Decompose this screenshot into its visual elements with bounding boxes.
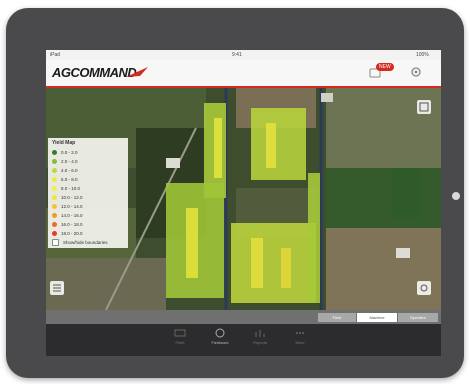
- legend-label: 14.0 - 16.0: [61, 212, 83, 218]
- layers-button[interactable]: [417, 100, 431, 114]
- battery: 100%: [416, 52, 429, 58]
- tab-more[interactable]: More: [282, 328, 318, 352]
- boundary-toggle[interactable]: Show/hide boundaries: [52, 238, 108, 246]
- legend-swatch: [52, 230, 57, 236]
- settings-icon[interactable]: [410, 66, 422, 78]
- legend-label: 4.0 - 6.0: [61, 167, 78, 173]
- tab-label: More: [295, 340, 305, 345]
- tab-bar: Fleet Fieldwork Reports More: [46, 324, 441, 356]
- tab-label: Reports: [252, 340, 267, 345]
- app-logo: AGCOMMAND: [52, 65, 137, 80]
- legend-row: 16.0 - 18.0: [52, 220, 83, 228]
- app-header: AGCOMMAND NEW: [46, 60, 441, 88]
- legend-label: 2.0 - 4.0: [61, 158, 78, 164]
- legend-row: 0.0 - 2.0: [52, 148, 78, 156]
- reports-icon: [255, 330, 265, 337]
- notification-badge: NEW: [376, 63, 394, 71]
- list-icon: [53, 284, 61, 292]
- legend-row: 8.0 - 10.0: [52, 184, 80, 192]
- legend-row: 2.0 - 4.0: [52, 157, 78, 165]
- legend-row: 18.0 - 20.0: [52, 229, 83, 237]
- layers-icon: [419, 102, 429, 112]
- legend-label: 18.0 - 20.0: [61, 230, 83, 236]
- clock: 9:41: [232, 52, 242, 58]
- legend-swatch: [52, 149, 57, 155]
- more-icon: [296, 332, 304, 334]
- legend-label: 8.0 - 10.0: [61, 185, 81, 191]
- legend-row: 12.0 - 14.0: [52, 202, 83, 210]
- tab-label: Fleet: [175, 340, 185, 345]
- carrier: iPad: [50, 52, 61, 58]
- legend-row: 14.0 - 16.0: [52, 211, 83, 219]
- segment-machine[interactable]: Machine: [357, 313, 397, 322]
- list-button[interactable]: [50, 281, 64, 295]
- legend-swatch: [52, 167, 57, 173]
- legend-swatch: [52, 194, 57, 200]
- field-map[interactable]: Yield Map 0.0 - 2.0 2.0 - 4.0 4.0 - 6.0 …: [46, 88, 441, 310]
- logo-swoosh-icon: [126, 67, 148, 77]
- fleet-icon: [174, 329, 186, 337]
- legend-swatch: [52, 158, 57, 164]
- legend-swatch: [52, 185, 57, 191]
- legend-swatch: [52, 212, 57, 218]
- app-screen: iPad 9:41 100% AGCOMMAND NEW Yield Map 0…: [46, 50, 441, 356]
- tab-reports[interactable]: Reports: [242, 328, 278, 352]
- legend-swatch: [52, 221, 57, 227]
- legend-row: 10.0 - 12.0: [52, 193, 83, 201]
- segment-field[interactable]: Field: [318, 313, 356, 322]
- map-mode-bar: Field Machine Operator: [46, 310, 441, 324]
- checkbox-icon[interactable]: [52, 238, 59, 246]
- legend-label: 0.0 - 2.0: [61, 149, 78, 155]
- legend-row: 4.0 - 6.0: [52, 166, 78, 174]
- locate-button[interactable]: [417, 281, 431, 295]
- legend-row: 6.0 - 8.0: [52, 175, 78, 183]
- legend-swatch: [52, 203, 57, 209]
- legend-label: 12.0 - 14.0: [61, 203, 83, 209]
- legend-label: 6.0 - 8.0: [61, 176, 78, 182]
- home-button[interactable]: [452, 192, 460, 200]
- fieldwork-icon: [215, 328, 225, 338]
- boundary-toggle-label: Show/hide boundaries: [63, 239, 108, 245]
- legend-swatch: [52, 176, 57, 182]
- legend-label: 16.0 - 18.0: [61, 221, 83, 227]
- tab-fleet[interactable]: Fleet: [162, 328, 198, 352]
- tab-fieldwork[interactable]: Fieldwork: [202, 328, 238, 352]
- legend-title: Yield Map: [52, 140, 76, 146]
- legend-label: 10.0 - 12.0: [61, 194, 83, 200]
- tab-label: Fieldwork: [211, 340, 229, 345]
- yield-legend: Yield Map 0.0 - 2.0 2.0 - 4.0 4.0 - 6.0 …: [48, 138, 128, 248]
- status-bar: iPad 9:41 100%: [46, 50, 441, 60]
- locate-icon: [420, 284, 428, 292]
- segment-operator[interactable]: Operator: [398, 313, 438, 322]
